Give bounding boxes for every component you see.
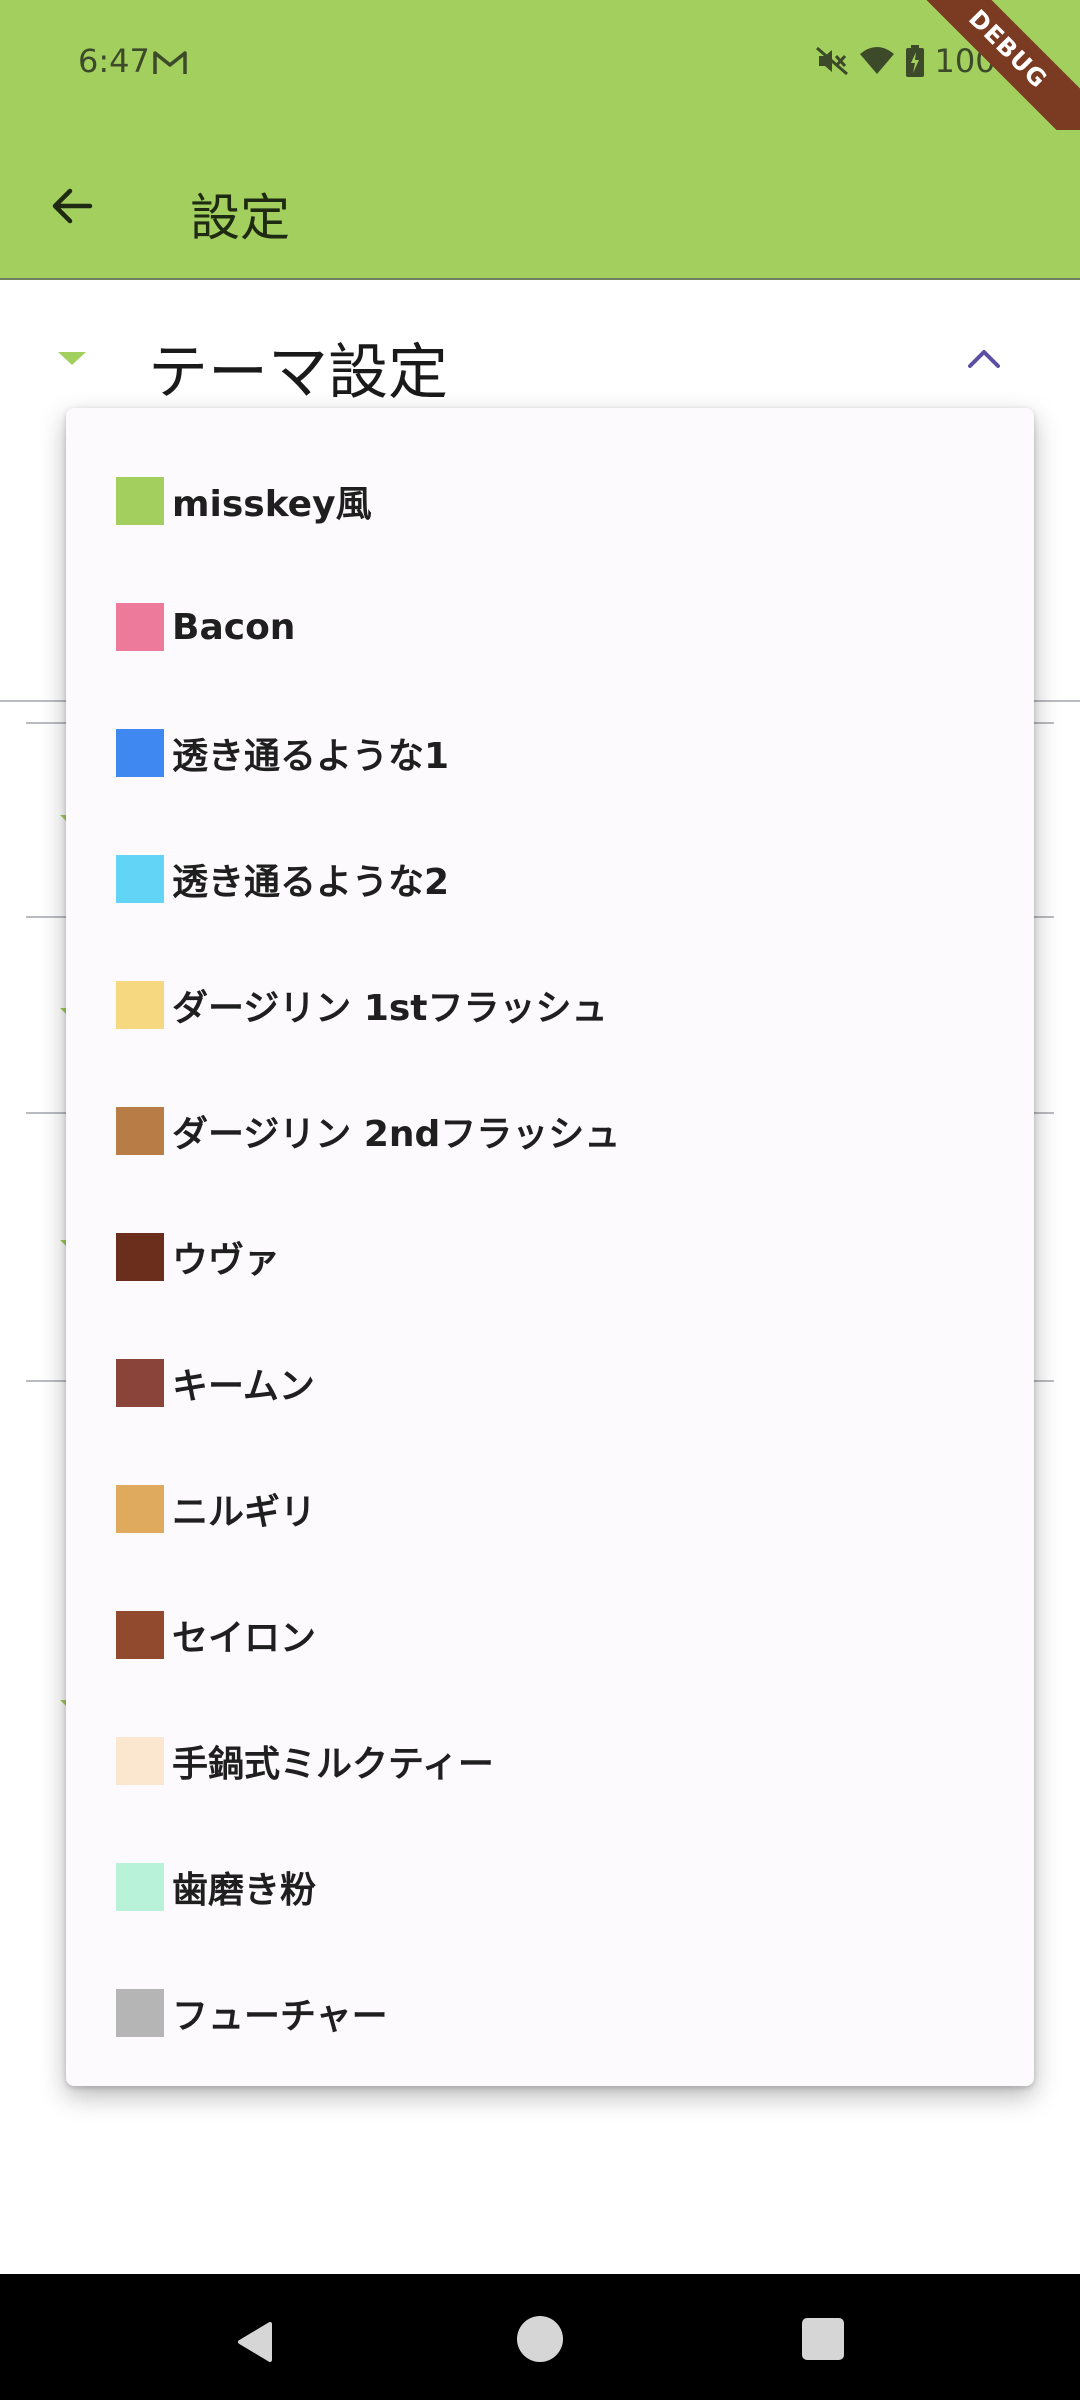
theme-option[interactable]: ウヴァ bbox=[66, 1194, 1034, 1320]
nav-home-icon[interactable] bbox=[517, 2316, 563, 2362]
theme-option[interactable]: 手鍋式ミルクティー bbox=[66, 1698, 1034, 1824]
theme-option-label: 手鍋式ミルクティー bbox=[172, 1744, 494, 1785]
theme-option[interactable]: キームン bbox=[66, 1320, 1034, 1446]
collapse-button[interactable] bbox=[960, 334, 1008, 382]
back-button[interactable] bbox=[34, 168, 110, 244]
theme-option[interactable]: セイロン bbox=[66, 1572, 1034, 1698]
theme-option[interactable]: ダージリン 2ndフラッシュ bbox=[66, 1068, 1034, 1194]
color-swatch bbox=[116, 603, 164, 651]
theme-option-label: 透き通るような1 bbox=[172, 736, 450, 777]
color-swatch bbox=[116, 1863, 164, 1911]
color-swatch bbox=[116, 981, 164, 1029]
theme-option-label: misskey風 bbox=[172, 484, 372, 525]
gmail-icon bbox=[153, 51, 187, 74]
color-swatch bbox=[116, 1359, 164, 1407]
status-bar: 6:47 100% DEBUG bbox=[0, 0, 1080, 158]
color-swatch bbox=[116, 729, 164, 777]
color-swatch bbox=[116, 1233, 164, 1281]
theme-option[interactable]: ダージリン 1stフラッシュ bbox=[66, 942, 1034, 1068]
theme-option-label: ダージリン 1stフラッシュ bbox=[172, 988, 608, 1029]
theme-option-label: セイロン bbox=[172, 1618, 317, 1659]
color-swatch bbox=[116, 1737, 164, 1785]
theme-option[interactable]: 透き通るような1 bbox=[66, 690, 1034, 816]
mute-icon bbox=[815, 46, 848, 76]
arrow-back-icon bbox=[52, 188, 93, 224]
theme-option[interactable]: 透き通るような2 bbox=[66, 816, 1034, 942]
theme-option[interactable]: Bacon bbox=[66, 564, 1034, 690]
page-title: 設定 bbox=[190, 189, 290, 247]
theme-option-label: Bacon bbox=[172, 606, 296, 648]
theme-option-label: 透き通るような2 bbox=[172, 862, 450, 903]
theme-option-label: 歯磨き粉 bbox=[172, 1870, 317, 1911]
color-swatch bbox=[116, 1611, 164, 1659]
battery-charging-icon bbox=[905, 45, 924, 77]
navigation-bar bbox=[0, 2274, 1080, 2400]
color-swatch bbox=[116, 477, 164, 525]
theme-option-label: フューチャー bbox=[172, 1996, 388, 2037]
theme-option-label: キームン bbox=[172, 1366, 315, 1407]
color-swatch bbox=[116, 1989, 164, 2037]
theme-option[interactable]: misskey風 bbox=[66, 438, 1034, 564]
theme-option-label: ダージリン 2ndフラッシュ bbox=[172, 1114, 621, 1155]
theme-dropdown-menu: misskey風 Bacon 透き通るような1 透き通るような2 ダージリン 1stフラ… bbox=[66, 408, 1034, 2086]
nav-recents-icon[interactable] bbox=[802, 2318, 844, 2360]
chevron-up-icon bbox=[968, 350, 1000, 368]
theme-option[interactable]: ニルギリ bbox=[66, 1446, 1034, 1572]
wifi-icon bbox=[859, 47, 894, 74]
theme-option-label: ニルギリ bbox=[172, 1492, 317, 1533]
status-time: 6:47 bbox=[78, 42, 150, 80]
nav-back-icon[interactable] bbox=[234, 2320, 274, 2364]
color-swatch bbox=[116, 1485, 164, 1533]
settings-screen: 6:47 100% DEBUG 設定 テーマ設定 misskey風 Bacon … bbox=[0, 0, 1080, 2400]
app-bar: 設定 bbox=[0, 130, 1080, 280]
color-swatch bbox=[116, 855, 164, 903]
dropdown-arrow-icon bbox=[58, 352, 86, 365]
theme-settings-title: テーマ設定 bbox=[148, 338, 448, 408]
theme-option[interactable]: 歯磨き粉 bbox=[66, 1824, 1034, 1950]
theme-option[interactable]: フューチャー bbox=[66, 1950, 1034, 2076]
theme-option-label: ウヴァ bbox=[172, 1240, 281, 1281]
color-swatch bbox=[116, 1107, 164, 1155]
